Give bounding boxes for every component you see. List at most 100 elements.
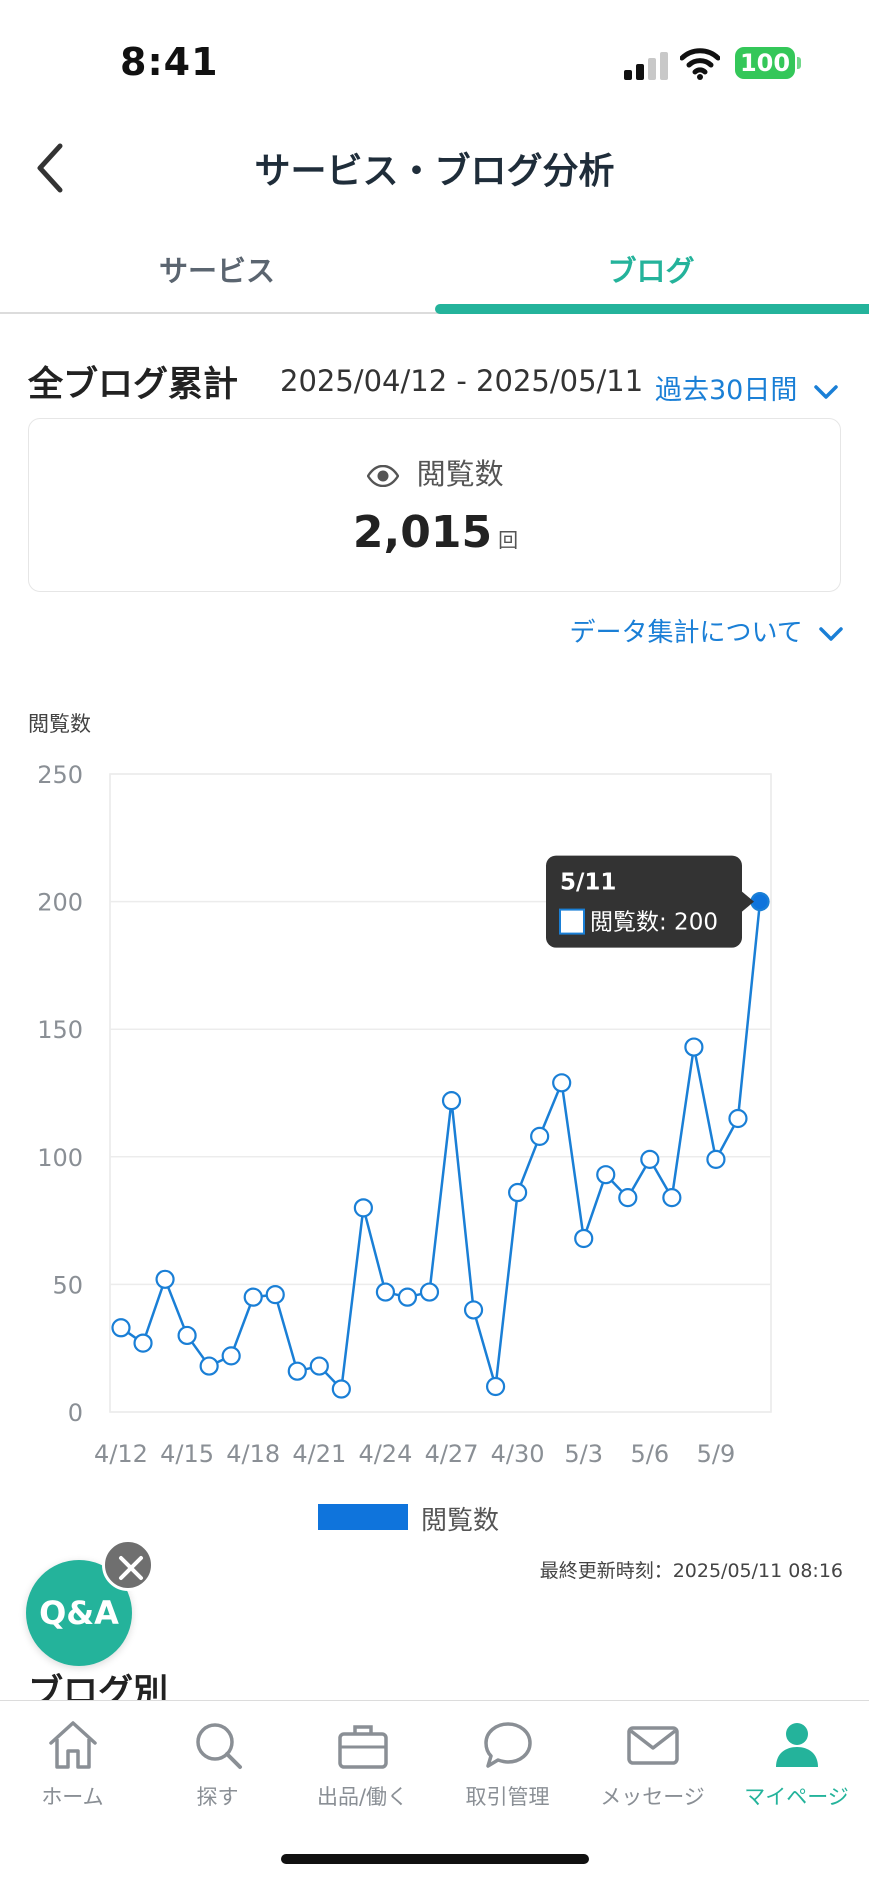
nav-label: 探す — [196, 1785, 239, 1809]
data-point — [133, 1333, 153, 1353]
battery-tip — [797, 57, 801, 69]
nav-transactions[interactable]: 取引管理 — [435, 1717, 580, 1827]
y-tick-label: 250 — [37, 761, 83, 789]
date-range: 2025/04/12 - 2025/05/11 — [280, 364, 644, 398]
period-dropdown[interactable]: 過去30日間 — [655, 368, 838, 407]
data-point — [243, 1287, 263, 1307]
tooltip-value: 閲覧数: 200 — [590, 910, 718, 936]
data-point — [111, 1318, 131, 1338]
x-tick-label: 4/30 — [491, 1440, 545, 1468]
data-point-highlighted — [750, 892, 770, 912]
home-indicator — [281, 1854, 589, 1864]
data-point — [463, 1300, 484, 1320]
views-line-chart: 0 50 100 150 200 250 4/12 4/15 4/18 4/21 4/24 4/27 4… — [37, 761, 772, 1468]
data-point — [397, 1287, 418, 1307]
y-tick-label: 50 — [52, 1271, 83, 1299]
data-point — [221, 1346, 241, 1366]
nav-mypage[interactable]: マイページ — [724, 1717, 869, 1827]
x-tick-label: 4/12 — [94, 1440, 148, 1468]
stat-value: 2,015 — [352, 507, 493, 558]
data-point — [552, 1073, 572, 1093]
x-tick-label: 5/3 — [564, 1440, 603, 1468]
data-point — [618, 1188, 638, 1208]
data-point — [662, 1188, 682, 1208]
data-point — [287, 1361, 307, 1381]
views-stat-card: 閲覧数 2,015 回 — [28, 418, 841, 592]
nav-home[interactable]: ホーム — [0, 1717, 145, 1827]
tooltip-date: 5/11 — [560, 870, 616, 896]
nav-label: 出品/働く — [316, 1785, 409, 1809]
nav-messages[interactable]: メッセージ — [580, 1717, 725, 1827]
stat-label: 閲覧数 — [416, 457, 504, 491]
tooltip-swatch — [559, 908, 585, 935]
qa-close-button[interactable] — [102, 1539, 154, 1591]
battery-indicator: 100 — [735, 47, 795, 79]
chevron-down-icon — [814, 384, 838, 399]
data-point — [684, 1037, 704, 1057]
data-point — [155, 1269, 175, 1289]
period-label: 過去30日間 — [655, 375, 798, 406]
last-updated: 最終更新時刻：2025/05/11 08:16 — [539, 1560, 843, 1582]
nav-label: マイページ — [744, 1785, 849, 1809]
wifi-icon — [680, 48, 720, 80]
data-point — [728, 1108, 748, 1129]
x-tick-label: 5/9 — [697, 1440, 736, 1468]
signal-icon — [624, 52, 668, 80]
data-point — [177, 1325, 197, 1346]
status-bar: 8:41 100 — [0, 0, 869, 120]
legend-label: 閲覧数 — [421, 1506, 500, 1536]
person-icon — [775, 1723, 818, 1767]
y-tick-label: 100 — [37, 1144, 83, 1172]
y-tick-label: 150 — [37, 1016, 83, 1044]
data-point — [309, 1356, 329, 1376]
data-aggregation-link[interactable]: データ集計について — [570, 612, 844, 649]
series-line — [120, 901, 762, 1391]
page-title: サービス・ブログ分析 — [254, 151, 615, 192]
data-point — [419, 1282, 440, 1302]
y-tick-label: 200 — [37, 889, 83, 917]
y-tick-label: 0 — [68, 1399, 83, 1427]
x-tick-label: 4/24 — [358, 1440, 412, 1468]
data-point — [706, 1149, 726, 1169]
eye-icon — [367, 465, 400, 487]
home-icon — [48, 1721, 97, 1769]
legend-swatch — [318, 1504, 408, 1530]
data-point — [574, 1228, 594, 1249]
data-point — [508, 1182, 528, 1203]
close-icon — [119, 1556, 143, 1580]
data-point — [530, 1126, 550, 1146]
status-time: 8:41 — [120, 40, 219, 84]
summary-title: 全ブログ累計 — [28, 365, 239, 405]
stat-unit: 回 — [498, 528, 519, 552]
nav-search[interactable]: 探す — [145, 1717, 290, 1827]
data-point — [485, 1376, 506, 1397]
tab-blog[interactable]: ブログ — [434, 248, 868, 290]
stat-label-row: 閲覧数 — [29, 451, 842, 493]
stat-value-row: 2,015 回 — [29, 507, 842, 558]
data-note-label: データ集計について — [569, 618, 803, 648]
mail-icon — [626, 1726, 679, 1765]
tab-bar: サービス ブログ — [0, 232, 869, 314]
data-point — [353, 1198, 373, 1218]
x-tick-label: 5/6 — [631, 1440, 670, 1468]
chart-y-axis-label: 閲覧数 — [28, 712, 91, 736]
data-point — [265, 1285, 285, 1305]
tooltip-pointer — [742, 891, 754, 912]
data-point — [441, 1091, 462, 1111]
x-tick-label: 4/15 — [160, 1440, 214, 1468]
x-tick-label: 4/18 — [226, 1440, 280, 1468]
nav-label: 取引管理 — [465, 1785, 550, 1809]
briefcase-icon — [337, 1725, 388, 1769]
data-point — [331, 1379, 351, 1399]
chevron-down-icon — [819, 626, 843, 641]
nav-sell-work[interactable]: 出品/働く — [290, 1717, 435, 1827]
data-point — [199, 1356, 219, 1376]
x-tick-label: 4/21 — [292, 1440, 346, 1468]
search-icon — [195, 1723, 242, 1769]
tab-services[interactable]: サービス — [0, 248, 434, 290]
data-point — [596, 1165, 616, 1185]
chat-bubble-icon — [483, 1722, 532, 1768]
data-point — [375, 1282, 396, 1302]
x-tick-label: 4/27 — [425, 1440, 479, 1468]
tab-active-indicator — [435, 304, 869, 314]
